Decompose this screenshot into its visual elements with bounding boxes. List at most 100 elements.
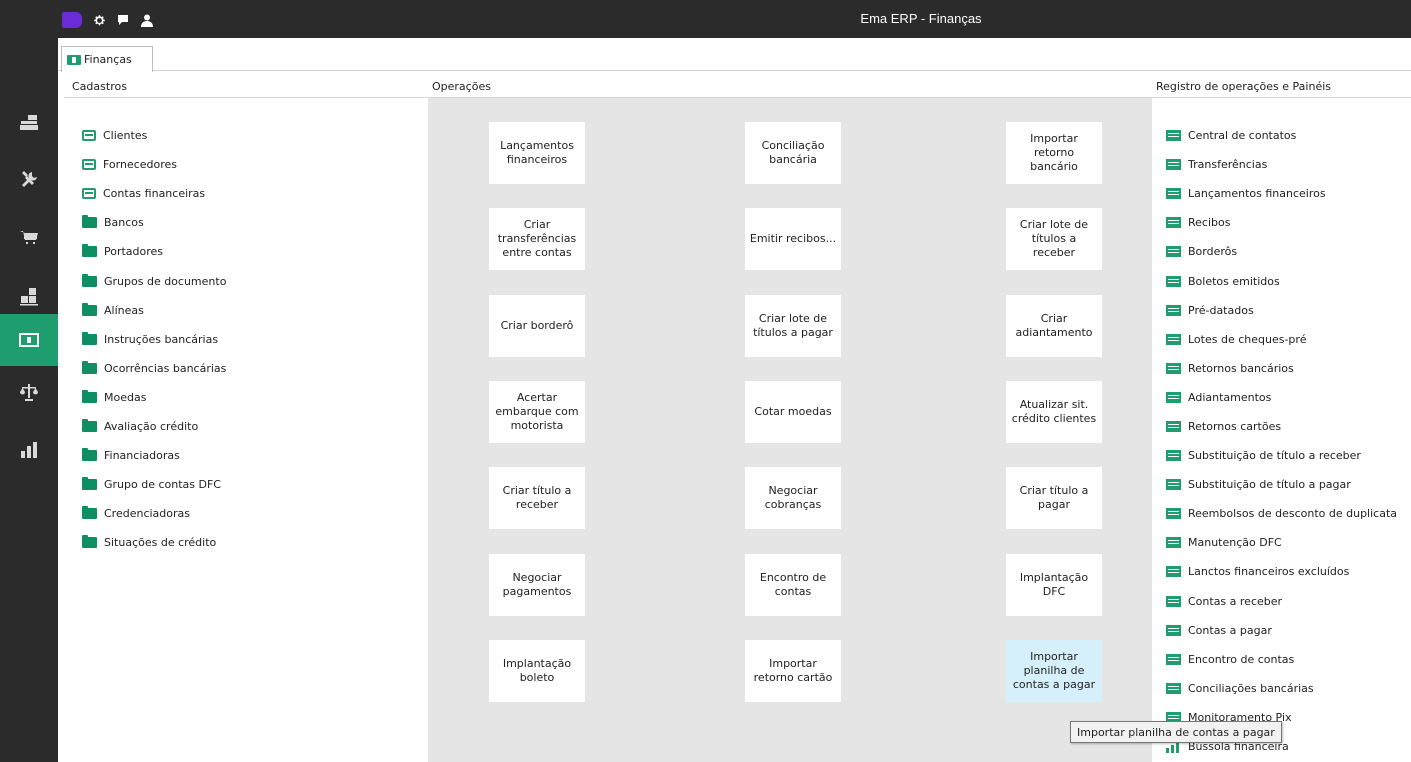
cadastros-item-contas-financeiras[interactable]: Contas financeiras xyxy=(82,179,226,208)
op-button-cotar-moedas[interactable]: Cotar moedas xyxy=(745,380,841,443)
registro-item-label: Contas a pagar xyxy=(1188,623,1272,637)
op-button-importar-retorno-bancario[interactable]: Importar retorno bancário xyxy=(1006,122,1102,184)
folder-icon xyxy=(82,215,97,229)
registro-item-reembolsos-de-desconto-de-duplicata[interactable]: Reembolsos de desconto de duplicata xyxy=(1166,499,1397,528)
registro-item-substituicao-de-titulo-a-pagar[interactable]: Substituição de título a pagar xyxy=(1166,470,1397,499)
cadastros-item-bancos[interactable]: Bancos xyxy=(82,208,226,237)
bar-chart-icon[interactable] xyxy=(0,424,58,476)
registro-item-encontro-de-contas[interactable]: Encontro de contas xyxy=(1166,645,1397,674)
list-icon xyxy=(1166,566,1181,578)
op-button-label: Encontro de contas xyxy=(759,570,827,598)
cadastros-item-label: Contas financeiras xyxy=(103,187,206,201)
list-icon xyxy=(1166,595,1181,607)
registro-item-central-de-contatos[interactable]: Central de contatos xyxy=(1166,121,1397,150)
cadastros-item-fornecedores[interactable]: Fornecedores xyxy=(82,150,226,179)
op-button-implantacao-boleto[interactable]: Implantação boleto xyxy=(489,639,585,702)
folder-icon xyxy=(82,477,97,491)
money-icon[interactable] xyxy=(0,314,58,366)
list-icon xyxy=(1166,508,1181,520)
op-button-label: Emitir recibos... xyxy=(749,232,837,246)
registro-item-retornos-cartoes[interactable]: Retornos cartões xyxy=(1166,412,1397,441)
registro-item-label: Substituição de título a receber xyxy=(1188,449,1361,463)
registro-item-label: Retornos bancários xyxy=(1188,361,1294,375)
cadastros-item-label: Ocorrências bancárias xyxy=(104,361,227,375)
registro-item-contas-a-receber[interactable]: Contas a receber xyxy=(1166,587,1397,616)
registro-item-retornos-bancarios[interactable]: Retornos bancários xyxy=(1166,354,1397,383)
registro-item-borderos[interactable]: Borderôs xyxy=(1166,237,1397,266)
tooltip: Importar planilha de contas a pagar xyxy=(1070,721,1282,743)
op-button-label: Cotar moedas xyxy=(754,404,832,418)
cadastros-item-instrucoes-bancarias[interactable]: Instruções bancárias xyxy=(82,325,226,354)
cadastros-item-portadores[interactable]: Portadores xyxy=(82,237,226,266)
op-button-label: Criar adiantamento xyxy=(1015,311,1093,339)
registro-item-lancamentos-financeiros[interactable]: Lançamentos financeiros xyxy=(1166,179,1397,208)
cadastros-item-grupo-de-contas-dfc[interactable]: Grupo de contas DFC xyxy=(82,470,226,499)
cash-register-icon[interactable] xyxy=(0,96,58,148)
registro-item-pre-datados[interactable]: Pré-datados xyxy=(1166,296,1397,325)
registro-item-contas-a-pagar[interactable]: Contas a pagar xyxy=(1166,616,1397,645)
folder-icon xyxy=(82,389,97,403)
registro-item-adiantamentos[interactable]: Adiantamentos xyxy=(1166,383,1397,412)
op-button-acertar-embarque-com-motorista[interactable]: Acertar embarque com motorista xyxy=(489,380,585,443)
list-icon xyxy=(1166,537,1181,549)
registro-item-substituicao-de-titulo-a-receber[interactable]: Substituição de título a receber xyxy=(1166,441,1397,470)
tab-financas[interactable]: Finanças xyxy=(61,46,153,72)
op-button-emitir-recibos[interactable]: Emitir recibos... xyxy=(745,208,841,271)
registro-item-label: Contas a receber xyxy=(1188,594,1283,608)
op-button-criar-titulo-a-pagar[interactable]: Criar título a pagar xyxy=(1006,467,1102,530)
cadastros-item-ocorrencias-bancarias[interactable]: Ocorrências bancárias xyxy=(82,354,226,383)
scales-icon[interactable] xyxy=(0,366,58,418)
op-button-conciliacao-bancaria[interactable]: Conciliação bancária xyxy=(745,122,841,184)
list-icon xyxy=(1166,362,1181,374)
registro-item-label: Conciliações bancárias xyxy=(1188,681,1314,695)
cadastros-item-label: Clientes xyxy=(103,129,148,143)
op-button-atualizar-sit-credito-clientes[interactable]: Atualizar sit. crédito clientes xyxy=(1006,380,1102,443)
op-button-importar-retorno-cartao[interactable]: Importar retorno cartão xyxy=(745,639,841,702)
registro-item-manutencao-dfc[interactable]: Manutenção DFC xyxy=(1166,528,1397,557)
operacoes-panel: Lançamentos financeiros Criar transferênc… xyxy=(428,98,1152,762)
op-button-negociar-cobrancas[interactable]: Negociar cobranças xyxy=(745,467,841,530)
registro-item-label: Encontro de contas xyxy=(1188,652,1295,666)
registro-item-lotes-de-cheques-pre[interactable]: Lotes de cheques-pré xyxy=(1166,325,1397,354)
folder-icon xyxy=(82,244,97,258)
op-button-implantacao-dfc[interactable]: Implantação DFC xyxy=(1006,553,1102,616)
op-button-importar-planilha-de-contas-a-pagar[interactable]: Importar planilha de contas a pagar xyxy=(1006,639,1102,702)
cadastros-item-credenciadoras[interactable]: Credenciadoras xyxy=(82,499,226,528)
tab-strip: Finanças xyxy=(58,38,1411,72)
registro-item-transferencias[interactable]: Transferências xyxy=(1166,150,1397,179)
op-button-negociar-pagamentos[interactable]: Negociar pagamentos xyxy=(489,553,585,616)
op-button-label: Atualizar sit. crédito clientes xyxy=(1011,397,1097,425)
cadastros-item-financiadoras[interactable]: Financiadoras xyxy=(82,441,226,470)
cadastros-item-grupos-de-documento[interactable]: Grupos de documento xyxy=(82,266,226,295)
tools-icon[interactable] xyxy=(0,154,58,206)
op-button-label: Conciliação bancária xyxy=(761,139,825,166)
registro-item-label: Transferências xyxy=(1188,158,1268,172)
registro-item-label: Substituição de título a pagar xyxy=(1188,478,1351,492)
cadastros-item-alineas[interactable]: Alíneas xyxy=(82,296,226,325)
registro-item-conciliacoes-bancarias[interactable]: Conciliações bancárias xyxy=(1166,674,1397,703)
op-button-criar-adiantamento[interactable]: Criar adiantamento xyxy=(1006,294,1102,357)
op-button-label: Importar planilha de contas a pagar xyxy=(1012,649,1096,691)
op-button-criar-lote-de-titulos-a-pagar[interactable]: Criar lote de títulos a pagar xyxy=(745,294,841,357)
cadastros-item-moedas[interactable]: Moedas xyxy=(82,383,226,412)
cadastros-item-label: Bancos xyxy=(104,216,144,230)
op-button-lancamentos-financeiros[interactable]: Lançamentos financeiros xyxy=(489,122,585,184)
registro-item-recibos[interactable]: Recibos xyxy=(1166,208,1397,237)
card-icon xyxy=(82,130,96,142)
op-button-criar-titulo-a-receber[interactable]: Criar título a receber xyxy=(489,467,585,530)
op-button-encontro-de-contas[interactable]: Encontro de contas xyxy=(745,553,841,616)
op-button-label: Acertar embarque com motorista xyxy=(495,390,579,432)
op-button-criar-transferencias-entre-contas[interactable]: Criar transferências entre contas xyxy=(489,208,585,271)
cadastros-item-situacoes-de-credito[interactable]: Situações de crédito xyxy=(82,528,226,557)
cart-icon[interactable] xyxy=(0,212,58,264)
registro-item-lanctos-financeiros-excluidos[interactable]: Lanctos financeiros excluídos xyxy=(1166,557,1397,586)
title-bar: Ema ERP - Finanças xyxy=(0,0,1411,38)
registro-item-label: Pré-datados xyxy=(1188,303,1254,317)
cadastros-item-clientes[interactable]: Clientes xyxy=(82,121,226,150)
op-button-criar-lote-de-titulos-a-receber[interactable]: Criar lote de títulos a receber xyxy=(1006,208,1102,271)
cadastros-item-label: Moedas xyxy=(104,390,147,404)
registro-item-boletos-emitidos[interactable]: Boletos emitidos xyxy=(1166,266,1397,295)
list-icon xyxy=(1166,653,1181,665)
cadastros-item-avaliacao-credito[interactable]: Avaliação crédito xyxy=(82,412,226,441)
op-button-criar-bordero[interactable]: Criar borderô xyxy=(489,294,585,357)
